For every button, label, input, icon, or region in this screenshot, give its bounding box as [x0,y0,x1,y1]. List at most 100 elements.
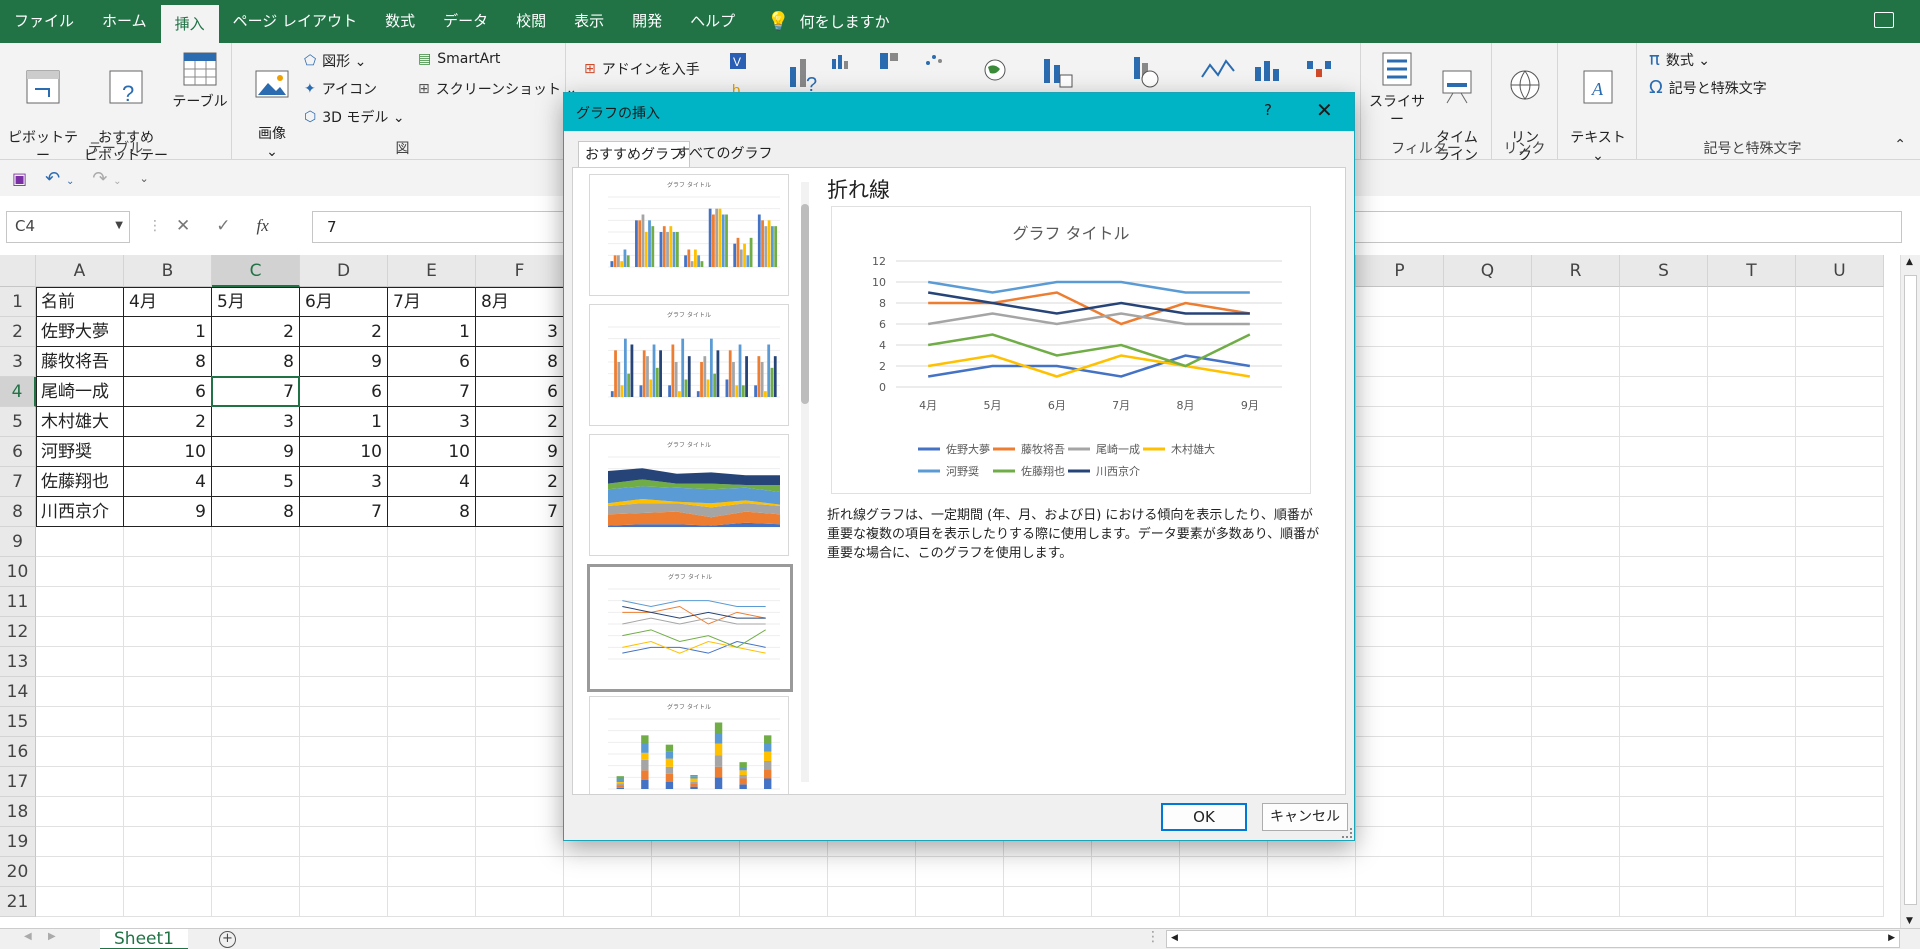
cell[interactable] [1444,557,1532,587]
cell[interactable] [1620,707,1708,737]
cell[interactable]: 9 [300,347,388,377]
cell[interactable] [1532,887,1620,917]
undo-icon[interactable]: ↶ ⌄ [45,168,74,189]
cell[interactable]: 7 [212,377,300,407]
cell[interactable] [1708,827,1796,857]
cell[interactable] [388,557,476,587]
cell[interactable]: 3 [212,407,300,437]
cell[interactable] [1356,587,1444,617]
cell[interactable] [1796,497,1884,527]
cell[interactable]: 1 [388,317,476,347]
column-header-A[interactable]: A [36,255,124,287]
cell[interactable] [1796,407,1884,437]
cell[interactable] [1444,437,1532,467]
column-header-E[interactable]: E [388,255,476,287]
cell[interactable] [212,647,300,677]
cell[interactable] [1708,407,1796,437]
cell[interactable] [124,827,212,857]
cell[interactable] [1532,707,1620,737]
row-header-9[interactable]: 9 [0,527,36,557]
cell[interactable] [1532,527,1620,557]
cell[interactable]: 8 [212,347,300,377]
collapse-ribbon-icon[interactable]: ⌃ [1894,137,1906,153]
cell[interactable] [212,857,300,887]
cell[interactable] [1004,857,1092,887]
cell[interactable]: 4月 [124,287,212,317]
cell[interactable]: 4 [388,467,476,497]
sheet-tab-sheet1[interactable]: Sheet1 [100,929,188,949]
cell[interactable] [1268,887,1356,917]
cell[interactable] [1708,857,1796,887]
cell[interactable]: 2 [476,407,564,437]
cell[interactable] [36,707,124,737]
select-all-corner[interactable] [0,255,36,287]
cell[interactable]: 7 [300,497,388,527]
menu-tab-1[interactable]: ホーム [88,0,161,43]
thumbnail-scroll-thumb[interactable] [801,204,809,404]
cell[interactable] [1620,467,1708,497]
row-header-2[interactable]: 2 [0,317,36,347]
visio-icon[interactable]: V [728,51,754,75]
row-header-8[interactable]: 8 [0,497,36,527]
cell[interactable] [36,647,124,677]
cell[interactable] [300,587,388,617]
cell[interactable]: 藤牧将吾 [36,347,124,377]
screenshot-button[interactable]: ⊞ スクリーンショット ⌄ [418,79,577,99]
cell[interactable] [300,527,388,557]
cell[interactable] [1444,677,1532,707]
cell[interactable]: 6月 [300,287,388,317]
cell[interactable] [476,887,564,917]
cell[interactable] [1796,857,1884,887]
cell[interactable] [1796,467,1884,497]
cell[interactable] [1796,767,1884,797]
cell[interactable] [1708,737,1796,767]
cell[interactable] [124,857,212,887]
add-sheet-icon[interactable]: + [219,931,236,948]
cell[interactable] [1444,587,1532,617]
cell[interactable] [212,677,300,707]
fx-icon[interactable]: fx [257,216,269,236]
cell[interactable] [1444,707,1532,737]
row-header-6[interactable]: 6 [0,437,36,467]
cell[interactable] [1708,887,1796,917]
cell[interactable] [1532,827,1620,857]
cell[interactable] [1356,677,1444,707]
cell[interactable]: 6 [124,377,212,407]
cell[interactable] [36,527,124,557]
cell[interactable] [212,887,300,917]
scroll-left-icon[interactable]: ◀ [1171,933,1178,943]
menu-tab-9[interactable]: ヘルプ [676,0,749,43]
cell[interactable] [1356,467,1444,497]
column-header-C[interactable]: C [212,255,300,287]
cell[interactable] [1796,587,1884,617]
cell[interactable] [300,617,388,647]
cell[interactable] [1796,647,1884,677]
cell[interactable] [1708,467,1796,497]
row-header-1[interactable]: 1 [0,287,36,317]
cell[interactable] [36,557,124,587]
cell[interactable] [300,827,388,857]
cell[interactable] [828,857,916,887]
cell[interactable]: 5月 [212,287,300,317]
cell[interactable] [1620,347,1708,377]
recommended-charts-icon[interactable]: ? [786,53,817,96]
row-header-15[interactable]: 15 [0,707,36,737]
cell[interactable] [476,857,564,887]
scroll-right-icon[interactable]: ▶ [1888,933,1895,943]
column-header-P[interactable]: P [1356,255,1444,287]
cell[interactable] [124,527,212,557]
cell[interactable] [1708,527,1796,557]
cell[interactable] [388,737,476,767]
cell[interactable] [124,737,212,767]
cell[interactable] [1532,677,1620,707]
3d-map-icon[interactable] [1130,53,1159,88]
cell[interactable] [1620,557,1708,587]
get-addins-button[interactable]: ⊞ アドインを入手 [584,59,700,79]
cell[interactable] [1532,347,1620,377]
cell[interactable] [652,887,740,917]
cell[interactable] [388,587,476,617]
row-header-13[interactable]: 13 [0,647,36,677]
dialog-titlebar[interactable]: グラフの挿入 ? ✕ [564,93,1354,131]
cell[interactable] [476,707,564,737]
cell[interactable] [1620,407,1708,437]
